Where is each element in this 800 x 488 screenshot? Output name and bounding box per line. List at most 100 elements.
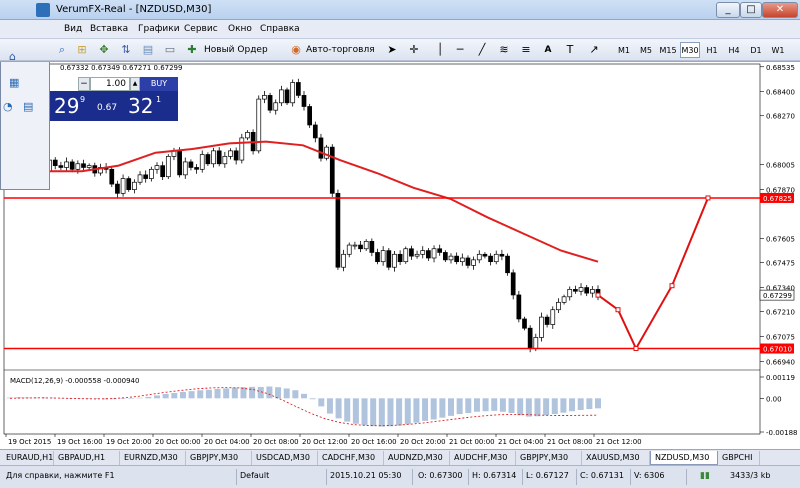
current-price-label: 0.67299 [763,292,792,300]
close-button[interactable]: ✕ [762,2,798,18]
timeframe-h1[interactable]: H1 [702,42,722,58]
candle-body [448,255,454,261]
timeframe-w1[interactable]: W1 [768,42,788,58]
candle-body [375,252,380,263]
candle-body [109,168,115,185]
candle-body [471,259,476,266]
symbol-tab[interactable]: GBPAUD,H1 [54,451,120,465]
layers-icon[interactable]: ▤ [140,42,156,58]
search-icon[interactable]: ⌕ [54,42,70,58]
sort-icon[interactable]: ⇅ [118,42,134,58]
cursor-icon[interactable]: ➤ [384,42,400,58]
symbol-tab[interactable]: EURAUD,H1 [2,451,54,465]
macd-bar [231,387,238,399]
toggle-icon[interactable]: ⊞ [74,42,90,58]
symbol-tab[interactable]: GBPJPY,M30 [516,451,582,465]
volume-decrease-button[interactable]: − [78,77,90,91]
symbol-tab[interactable]: NZDUSD,M30 [650,451,718,465]
new-order-button[interactable]: Новый Ордер [204,42,268,58]
price-tick-label: 0.67475 [766,260,795,268]
macd-bar [318,398,325,407]
auto-trading-button[interactable]: Авто-торговля [306,42,375,58]
symbol-tab[interactable]: USDCAD,M30 [252,451,318,465]
candle-body [465,257,471,266]
candle-body [256,98,262,152]
horizontal-line-icon[interactable]: ─ [452,42,468,58]
channel-icon[interactable]: ≋ [496,42,512,58]
timeframe-d1[interactable]: D1 [746,42,766,58]
timeframe-m5[interactable]: M5 [636,42,656,58]
candle-body [58,165,64,168]
minimize-button[interactable]: _ [716,2,740,18]
chart-window[interactable]: 0.68535 0.68400 0.68270 0.68005 0.67870 0.676… [0,50,800,449]
document-icon[interactable]: ▭ [162,42,178,58]
fibonacci-icon[interactable]: ≡ [518,42,534,58]
symbol-tab[interactable]: EURNZD,M30 [120,451,186,465]
timeframe-m1[interactable]: M1 [614,42,634,58]
trendline-icon[interactable]: ╱ [474,42,490,58]
symbol-tab[interactable]: XAUUSD,M30 [582,451,650,465]
symbol-tab[interactable]: AUDCHF,M30 [450,451,516,465]
status-low: L: 0.67127 [526,471,569,480]
menu-view[interactable]: Вид [64,24,82,34]
crosshair-icon[interactable]: ✛ [406,42,422,58]
macd-label: MACD(12,26,9) -0.000558 -0.000940 [10,377,139,385]
arrow-tools-icon[interactable]: ↗ [586,42,602,58]
candle-body [228,150,233,157]
text-icon[interactable]: A [540,42,556,58]
candle-body [352,244,358,247]
timeframe-m15[interactable]: M15 [658,42,678,58]
buy-label[interactable]: BUY [140,77,178,91]
connection-icon: ▮▮ [700,471,710,481]
macd-bar [283,388,290,399]
candle-body [499,253,505,257]
candle-body [273,102,279,111]
navigator-refresh-icon[interactable]: ◔ [3,100,13,113]
volume-input[interactable]: 1.00 [90,77,130,91]
toolbar: ⌕ ⊞ ✥ ⇅ ▤ ▭ ✚ Новый Ордер ◉ Авто-торговл… [0,39,800,61]
menu-window[interactable]: Окно [228,24,252,34]
navigator-list-icon[interactable]: ▤ [23,100,33,113]
symbol-tab[interactable]: CADCHF,M30 [318,451,384,465]
menu-insert[interactable]: Вставка [90,24,128,34]
symbol-tab[interactable]: AUDNZD,M30 [384,451,450,465]
candle-body [199,154,205,170]
symbol-tab[interactable]: GBPCHI [718,451,760,465]
macd-bar [508,398,515,414]
macd-bar [551,398,558,415]
one-click-trading-panel: − 1.00 ▲▼ BUY 29 9 0.67 32 1 [50,77,178,121]
buy-price-sup: 1 [156,95,162,104]
crosshair-move-icon[interactable]: ✥ [96,42,112,58]
macd-bar [370,398,377,427]
timeframe-m30[interactable]: M30 [680,42,700,58]
volume-stepper[interactable]: ▲▼ [130,77,140,99]
macd-bar [128,398,135,399]
macd-bar [430,398,437,420]
menu-tools[interactable]: Сервис [184,24,218,34]
buy-button[interactable]: 0.67 32 1 [90,91,178,121]
maximize-button[interactable]: □ [740,2,762,18]
sell-button[interactable]: 29 9 [50,91,90,121]
timeframe-h4[interactable]: H4 [724,42,744,58]
macd-bar [387,398,394,427]
symbol-tab[interactable]: GBPJPY,M30 [186,451,252,465]
candle-body [584,287,590,294]
candle-body [426,250,431,259]
macd-bar [595,398,601,409]
auto-trading-icon[interactable]: ◉ [288,42,304,58]
vertical-line-icon[interactable]: │ [432,42,448,58]
macd-tick-label: -0.00188 [766,429,797,437]
macd-bar [214,389,221,399]
macd-bar [448,398,454,416]
candle-body [329,146,335,194]
label-icon[interactable]: T [562,42,578,58]
new-order-icon[interactable]: ✚ [184,42,200,58]
candle-body [561,296,567,303]
candle-body [459,257,465,263]
navigator-grid-icon[interactable]: ▦ [9,76,19,89]
navigator-chart-icon[interactable]: ⌂ [9,50,16,63]
menu-charts[interactable]: Графики [138,24,180,34]
menu-help[interactable]: Справка [260,24,300,34]
candle-body [482,253,488,257]
time-tick-label: 20 Oct 12:00 [302,438,348,446]
